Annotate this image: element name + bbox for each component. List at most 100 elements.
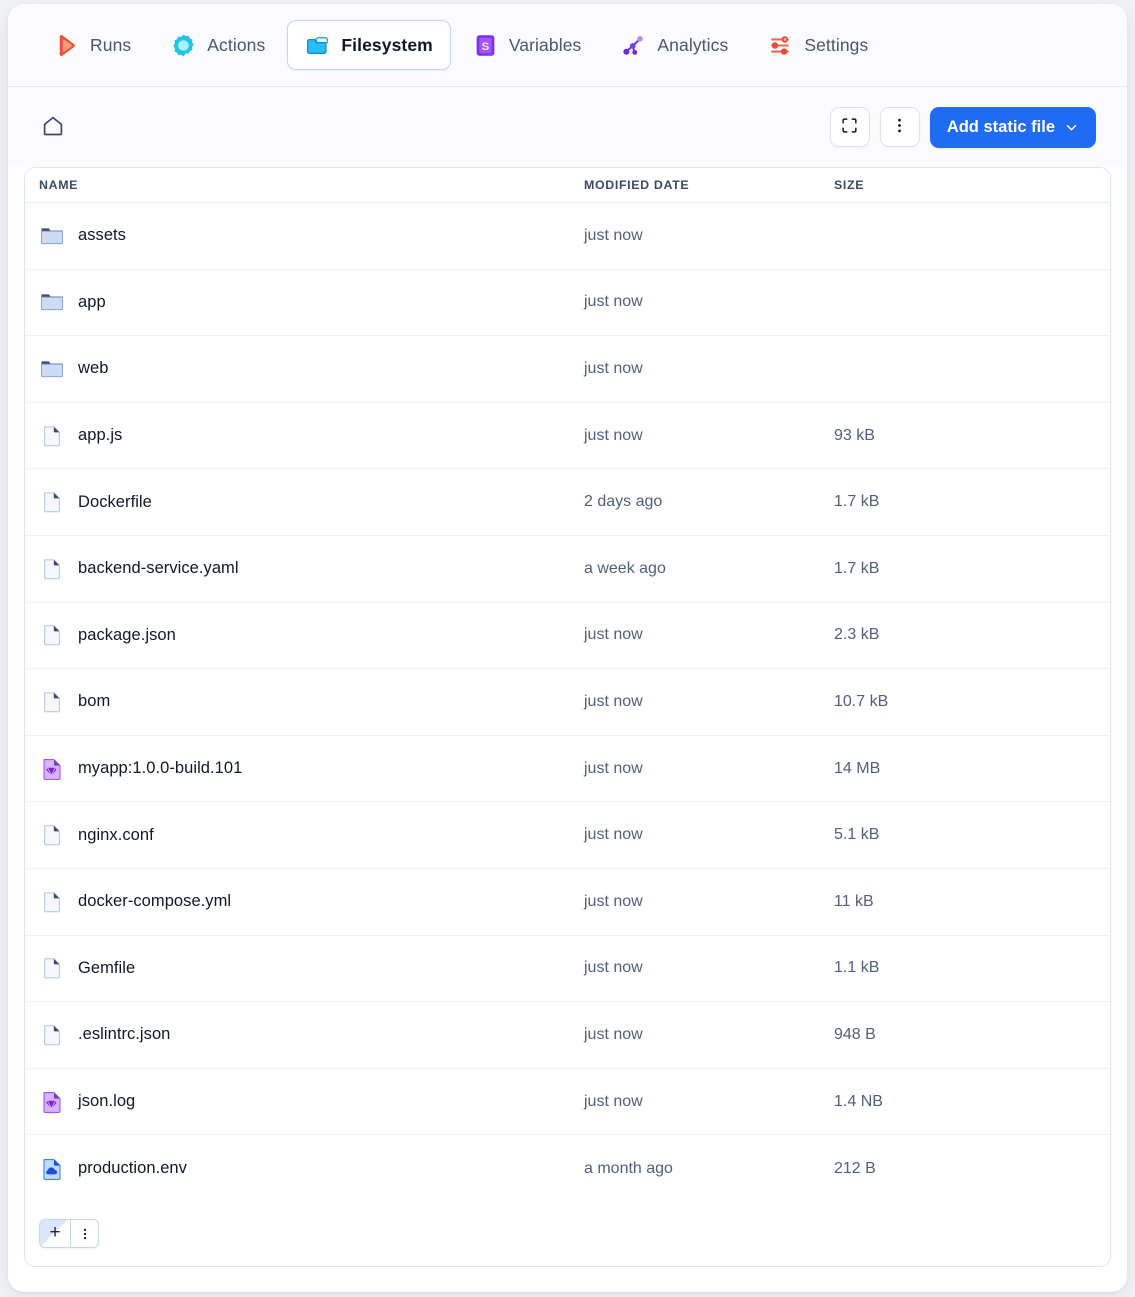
file-icon (39, 689, 65, 715)
column-header-name: NAME (39, 178, 79, 192)
folder-icon (39, 289, 65, 315)
tab-runs[interactable]: Runs (36, 20, 149, 70)
cell-modified-date: just now (584, 826, 643, 844)
file-name: docker-compose.yml (78, 892, 232, 911)
more-vertical-icon (78, 1227, 92, 1241)
tab-filesystem[interactable]: Filesystem (287, 20, 451, 70)
add-static-file-button[interactable]: Add static file (929, 106, 1096, 148)
breadcrumb-home-button[interactable] (36, 110, 70, 144)
tab-actions-label: Actions (207, 34, 266, 55)
file-name: Gemfile (78, 958, 136, 977)
cell-name: assets (39, 223, 584, 249)
cell-size: 14 MB (834, 759, 881, 777)
cell-modified-date: just now (584, 892, 643, 910)
cell-name: json.log (39, 1089, 584, 1115)
cell-modified-date: just now (584, 1092, 643, 1110)
tab-settings[interactable]: Settings (750, 20, 886, 70)
cell-name: docker-compose.yml (39, 889, 584, 915)
file-name: web (78, 359, 109, 378)
table-row[interactable]: Dockerfile 2 days ago 1.7 kB (25, 469, 1110, 536)
table-header-row: NAME MODIFIED DATE SIZE (25, 168, 1110, 203)
table-row[interactable]: .eslintrc.json just now 948 B (25, 1002, 1110, 1069)
cell-size: 11 kB (834, 892, 874, 910)
add-file-split-button[interactable]: + (39, 1219, 99, 1249)
cell-name: app (39, 289, 584, 315)
fullscreen-button[interactable] (829, 107, 870, 147)
tab-variables[interactable]: S Variables (455, 20, 600, 70)
cell-name: nginx.conf (39, 822, 584, 848)
gem-file-icon (39, 1089, 65, 1115)
table-row[interactable]: app.js just now 93 kB (25, 402, 1110, 470)
cell-size: 10.7 kB (834, 692, 889, 710)
folder-icon (39, 356, 65, 382)
more-vertical-icon (890, 116, 909, 138)
file-icon (39, 423, 65, 449)
file-icon (39, 1022, 65, 1048)
toolbar-actions: Add static file (829, 106, 1096, 148)
file-icon (39, 889, 65, 915)
cell-name: Dockerfile (39, 489, 584, 515)
file-name: production.env (78, 1159, 187, 1178)
file-name: assets (78, 226, 126, 245)
table-row[interactable]: web just now (25, 336, 1110, 403)
file-icon (39, 822, 65, 848)
home-icon (41, 114, 65, 141)
cell-size: 212 B (834, 1159, 876, 1177)
table-row[interactable]: myapp:1.0.0-build.101 just now 14 MB (25, 735, 1110, 803)
cell-modified-date: just now (584, 359, 643, 377)
table-row[interactable]: app just now (25, 269, 1110, 337)
cell-modified-date: just now (584, 426, 643, 444)
file-icon (39, 556, 65, 582)
footer-more-button[interactable] (71, 1220, 98, 1247)
cloud-file-icon (39, 1156, 65, 1182)
play-triangle-icon (54, 33, 79, 58)
filesystem-panel: Runs Actions Filesystem S Variables Anal… (8, 4, 1127, 1292)
file-icon (39, 622, 65, 648)
cell-name: package.json (39, 622, 584, 648)
table-row[interactable]: nginx.conf just now 5.1 kB (25, 802, 1110, 869)
table-row[interactable]: package.json just now 2.3 kB (25, 602, 1110, 670)
file-name: package.json (78, 625, 176, 644)
cell-size: 1.7 kB (834, 493, 880, 511)
cell-modified-date: just now (584, 293, 643, 311)
folder-icon (305, 33, 330, 58)
file-name: Dockerfile (78, 492, 152, 511)
add-file-button[interactable]: + (40, 1220, 71, 1248)
file-icon (39, 955, 65, 981)
tab-bar: Runs Actions Filesystem S Variables Anal… (8, 4, 1127, 87)
filesystem-toolbar: Add static file (8, 87, 1127, 167)
tab-variables-label: Variables (508, 34, 582, 55)
table-row[interactable]: json.log just now 1.4 NB (25, 1068, 1110, 1136)
table-row[interactable]: bom just now 10.7 kB (25, 669, 1110, 736)
tab-analytics[interactable]: Analytics (603, 20, 746, 70)
table-row[interactable]: backend-service.yaml a week ago 1.7 kB (25, 535, 1110, 603)
column-header-size: SIZE (834, 178, 865, 192)
tab-filesystem-label: Filesystem (341, 34, 433, 55)
toolbar-more-button[interactable] (879, 107, 920, 147)
tab-actions[interactable]: Actions (153, 20, 283, 70)
cell-name: production.env (39, 1156, 584, 1182)
file-name: bom (78, 692, 111, 711)
sliders-icon (768, 33, 793, 58)
file-name: nginx.conf (78, 825, 154, 844)
table-row[interactable]: docker-compose.yml just now 11 kB (25, 868, 1110, 936)
table-row[interactable]: production.env a month ago 212 B (25, 1135, 1110, 1202)
table-row[interactable]: assets just now (25, 203, 1110, 270)
tab-runs-label: Runs (90, 34, 132, 55)
cell-modified-date: 2 days ago (584, 493, 663, 511)
cell-name: app.js (39, 423, 584, 449)
cell-modified-date: just now (584, 959, 643, 977)
cell-name: web (39, 356, 584, 382)
cell-modified-date: a week ago (584, 559, 666, 577)
tab-settings-label: Settings (804, 34, 869, 55)
table-row[interactable]: Gemfile just now 1.1 kB (25, 935, 1110, 1003)
cell-modified-date: just now (584, 1025, 643, 1043)
cell-modified-date: just now (584, 759, 643, 777)
file-name: .eslintrc.json (78, 1025, 171, 1044)
cell-size: 948 B (834, 1025, 876, 1043)
cell-modified-date: just now (584, 626, 643, 644)
file-name: backend-service.yaml (78, 559, 239, 578)
network-dots-icon (621, 33, 646, 58)
cell-modified-date: a month ago (584, 1159, 673, 1177)
cell-name: .eslintrc.json (39, 1022, 584, 1048)
